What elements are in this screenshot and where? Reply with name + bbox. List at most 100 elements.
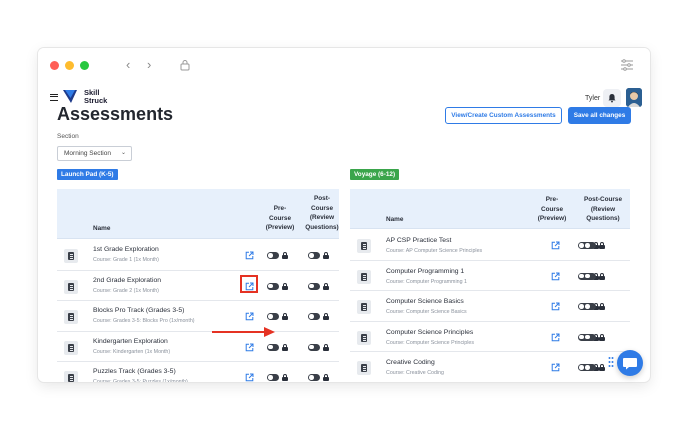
- post-course-toggle[interactable]: [308, 252, 320, 259]
- assessment-icon: [64, 371, 78, 382]
- assessment-icon: [64, 340, 78, 355]
- lock-icon: [323, 343, 329, 351]
- assessment-icon: [357, 239, 371, 253]
- post-course-toggle[interactable]: [308, 282, 320, 290]
- post-course-toggle[interactable]: [584, 242, 596, 249]
- assessment-title: Computer Science Basics: [386, 298, 464, 305]
- post-course-toggle[interactable]: [308, 374, 320, 381]
- table-row: Computer Science Principles Course: Compu…: [350, 321, 630, 352]
- lock-icon: [599, 272, 605, 280]
- post-course-toggle[interactable]: [308, 313, 320, 320]
- pre-course-toggle[interactable]: [267, 282, 279, 290]
- post-course-toggle[interactable]: [584, 303, 596, 310]
- assessment-icon: [64, 310, 78, 324]
- external-link-icon[interactable]: [551, 272, 560, 281]
- assessment-course: Course: Grade 1 (1x Month): [93, 257, 159, 263]
- sidebar-toggle-icon[interactable]: [620, 59, 634, 71]
- pre-course-toggle[interactable]: [267, 374, 279, 381]
- lock-icon: [323, 252, 329, 259]
- pre-course-toggle[interactable]: [267, 313, 279, 320]
- lock-icon: [282, 252, 288, 259]
- assessment-icon: [357, 269, 371, 284]
- assessment-icon: [357, 361, 371, 375]
- save-all-changes-button[interactable]: Save all changes: [568, 107, 631, 124]
- column-header-post-course: Post- Course (Review Questions): [305, 195, 339, 231]
- lock-icon: [180, 60, 190, 71]
- browser-window: ‹ › Skill Struck Tyler Assessments View/…: [38, 48, 650, 382]
- lock-icon: [282, 374, 288, 381]
- assessment-title: Creative Coding: [386, 359, 435, 366]
- forward-arrow-icon[interactable]: ›: [147, 58, 151, 71]
- logo-text: Skill Struck: [84, 88, 108, 105]
- column-header-name: Name: [93, 225, 111, 232]
- chat-button[interactable]: [617, 350, 643, 376]
- assessment-icon: [64, 279, 78, 294]
- lock-icon: [599, 333, 605, 341]
- assessment-course: Course: Computer Programming 1: [386, 278, 467, 285]
- notifications-button[interactable]: [603, 89, 621, 107]
- table-row: AP CSP Practice Test Course: AP Computer …: [350, 230, 630, 261]
- chevron-down-icon: ⌄: [120, 150, 126, 156]
- assessment-icon: [357, 300, 371, 314]
- post-course-toggle[interactable]: [584, 364, 596, 371]
- column-header-pre-course: Pre- Course (Preview): [537, 196, 567, 222]
- bell-icon: [608, 94, 616, 103]
- assessment-title: Computer Science Principles: [386, 328, 474, 336]
- lock-icon: [282, 343, 288, 351]
- assessment-course: Course: Kindergarten (1x Month): [93, 348, 171, 355]
- column-header-name: Name: [386, 216, 404, 223]
- assessment-course: Course: Computer Science Principles: [386, 339, 475, 346]
- assessment-course: Course: Creative Coding: [386, 370, 444, 376]
- back-arrow-icon[interactable]: ‹: [126, 58, 130, 71]
- section-select-value: Morning Section: [64, 150, 111, 157]
- avatar[interactable]: [626, 88, 642, 107]
- user-name[interactable]: Tyler: [585, 95, 600, 102]
- assessment-course: Course: Grades 3-5: Blocks Pro (1x/month…: [93, 318, 195, 324]
- external-link-icon[interactable]: [551, 241, 560, 250]
- external-link-icon[interactable]: [245, 251, 254, 260]
- lock-icon: [282, 313, 288, 320]
- section-select[interactable]: Morning Section ⌄: [57, 146, 132, 161]
- lock-icon: [282, 282, 288, 290]
- assessment-title: 1st Grade Exploration: [93, 246, 159, 253]
- table-header: Name Pre- Course (Preview) Post-Course (…: [350, 189, 630, 229]
- annotation-highlight-box: [240, 275, 258, 293]
- assessment-course: Course: AP Computer Science Principles: [386, 248, 483, 254]
- external-link-icon[interactable]: [245, 373, 254, 382]
- external-link-icon[interactable]: [245, 312, 254, 321]
- menu-icon[interactable]: [50, 94, 58, 101]
- close-window-button[interactable]: [50, 61, 59, 70]
- table-row: 2nd Grade Exploration Course: Grade 2 (1x…: [57, 270, 339, 301]
- post-course-toggle[interactable]: [584, 333, 596, 341]
- lock-icon: [323, 282, 329, 290]
- table-row: Puzzles Track (Grades 3-5) Course: Grades…: [57, 362, 339, 382]
- minimize-window-button[interactable]: [65, 61, 74, 70]
- launch-pad-table: Name Pre- Course (Preview) Post- Course …: [57, 189, 339, 382]
- voyage-badge: Voyage (6-12): [350, 169, 400, 180]
- external-link-icon[interactable]: [245, 343, 254, 352]
- table-row: Computer Programming 1 Course: Computer P…: [350, 260, 630, 291]
- view-create-custom-assessments-button[interactable]: View/Create Custom Assessments: [445, 107, 562, 124]
- external-link-icon[interactable]: [551, 363, 560, 372]
- assessment-icon: [357, 330, 371, 345]
- voyage-table: Name Pre- Course (Preview) Post-Course (…: [350, 189, 630, 382]
- pre-course-toggle[interactable]: [267, 252, 279, 259]
- table-row: Creative Coding Course: Creative Coding: [350, 352, 630, 382]
- assessment-title: Kindergarten Exploration: [93, 337, 168, 345]
- assessment-title: Computer Programming 1: [386, 267, 465, 275]
- external-link-icon[interactable]: [551, 333, 560, 342]
- title-bar: ‹ ›: [38, 48, 650, 82]
- post-course-toggle[interactable]: [308, 343, 320, 351]
- pre-course-toggle[interactable]: [267, 343, 279, 351]
- table-row: Kindergarten Exploration Course: Kinderga…: [57, 331, 339, 362]
- maximize-window-button[interactable]: [80, 61, 89, 70]
- external-link-icon[interactable]: [551, 302, 560, 311]
- table-header: Name Pre- Course (Preview) Post- Course …: [57, 189, 339, 239]
- assessment-title: 2nd Grade Exploration: [93, 276, 162, 284]
- chat-bubble-icon: [623, 358, 637, 370]
- skillstruck-logo-icon[interactable]: [62, 88, 78, 104]
- lock-icon: [599, 242, 605, 249]
- assessment-icon: [64, 249, 78, 263]
- post-course-toggle[interactable]: [584, 272, 596, 280]
- drag-handle-icon[interactable]: [608, 356, 614, 370]
